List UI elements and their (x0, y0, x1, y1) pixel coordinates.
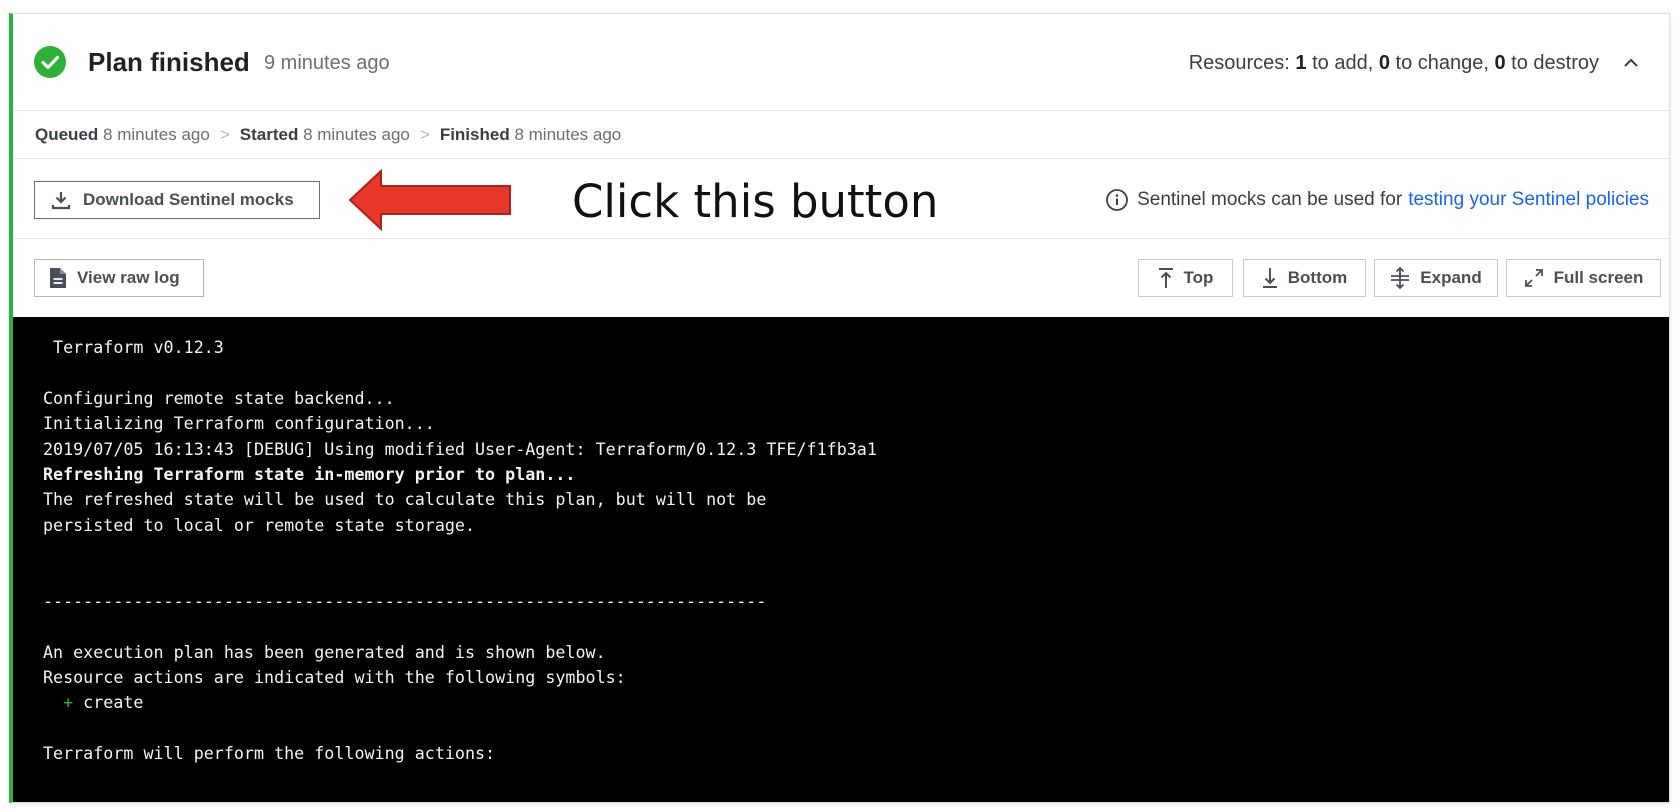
started-label: Started (239, 125, 299, 144)
log-line: Refreshing Terraform state in-memory pri… (43, 463, 576, 484)
full-screen-button[interactable]: Full screen (1506, 259, 1661, 297)
sentinel-row: Download Sentinel mocks Click this butto… (13, 159, 1669, 239)
sentinel-info: Sentinel mocks can be used for testing y… (1105, 188, 1649, 212)
plan-panel: Plan finished 9 minutes ago Resources: 1… (9, 13, 1670, 803)
log-line: persisted to local or remote state stora… (43, 514, 476, 535)
resources-prefix: Resources: (1188, 52, 1296, 74)
download-sentinel-mocks-label: Download Sentinel mocks (83, 190, 294, 209)
expand-icon (1391, 267, 1410, 289)
red-arrow-annotation (348, 169, 511, 231)
plan-log-output[interactable]: Terraform v0.12.3 Configuring remote stat… (13, 317, 1669, 802)
info-icon (1106, 189, 1128, 211)
check-circle-icon (34, 46, 66, 78)
sentinel-info-text: Sentinel mocks can be used for (1137, 189, 1403, 210)
log-line: 2019/07/05 16:13:43 [DEBUG] Using modifi… (43, 438, 877, 459)
timeline-separator: > (219, 125, 230, 144)
expand-button[interactable]: Expand (1374, 259, 1498, 297)
click-annotation-text: Click this button (572, 175, 939, 228)
scroll-top-button[interactable]: Top (1138, 259, 1233, 297)
full-screen-label: Full screen (1553, 268, 1644, 287)
timeline-separator: > (419, 125, 430, 144)
document-icon (50, 268, 66, 288)
log-line: + create (43, 690, 1669, 715)
started-time: 8 minutes ago (303, 125, 410, 144)
sentinel-policies-link[interactable]: testing your Sentinel policies (1408, 189, 1649, 211)
create-label: create (73, 692, 144, 713)
download-sentinel-mocks-button[interactable]: Download Sentinel mocks (34, 181, 320, 219)
log-line: An execution plan has been generated and… (43, 641, 606, 662)
change-count: 0 (1378, 52, 1390, 74)
change-label: to change, (1389, 52, 1495, 74)
log-line: Terraform will perform the following act… (43, 743, 496, 764)
log-line: Configuring remote state backend... (43, 387, 395, 408)
arrow-to-bottom-icon (1262, 268, 1277, 288)
log-line: Resource actions are indicated with the … (43, 667, 626, 688)
finished-label: Finished (439, 125, 510, 144)
scroll-bottom-button[interactable]: Bottom (1243, 259, 1366, 297)
full-screen-icon (1524, 269, 1543, 287)
queued-time: 8 minutes ago (103, 125, 210, 144)
finished-time: 8 minutes ago (514, 125, 622, 144)
view-raw-log-label: View raw log (77, 268, 180, 287)
log-line: The refreshed state will be used to calc… (43, 489, 767, 510)
view-raw-log-button[interactable]: View raw log (34, 259, 204, 297)
plan-status-title: Plan finished (88, 47, 250, 77)
scroll-bottom-label: Bottom (1287, 268, 1348, 287)
destroy-label: to destroy (1505, 52, 1599, 74)
resources-summary: Resources: 1 to add, 0 to change, 0 to d… (1189, 52, 1599, 75)
plan-timeline: Queued 8 minutes ago > Started 8 minutes a… (13, 111, 1669, 159)
add-label: to add, (1306, 52, 1379, 74)
scroll-top-label: Top (1183, 268, 1214, 287)
log-line: Initializing Terraform configuration... (43, 413, 435, 434)
log-divider: ----------------------------------------… (43, 590, 767, 611)
log-toolbar: View raw log Top Bottom Expand Full scre… (13, 239, 1669, 317)
arrow-to-top-icon (1158, 268, 1173, 288)
destroy-count: 0 (1494, 52, 1506, 74)
log-line: Terraform v0.12.3 (43, 337, 224, 357)
plan-time-ago: 9 minutes ago (264, 52, 390, 74)
create-symbol: + (63, 692, 74, 713)
queued-label: Queued (35, 125, 99, 144)
download-icon (51, 192, 71, 210)
plan-header[interactable]: Plan finished 9 minutes ago Resources: 1… (13, 14, 1669, 111)
add-count: 1 (1295, 52, 1307, 74)
chevron-up-icon[interactable] (1621, 54, 1641, 70)
expand-label: Expand (1420, 268, 1482, 287)
